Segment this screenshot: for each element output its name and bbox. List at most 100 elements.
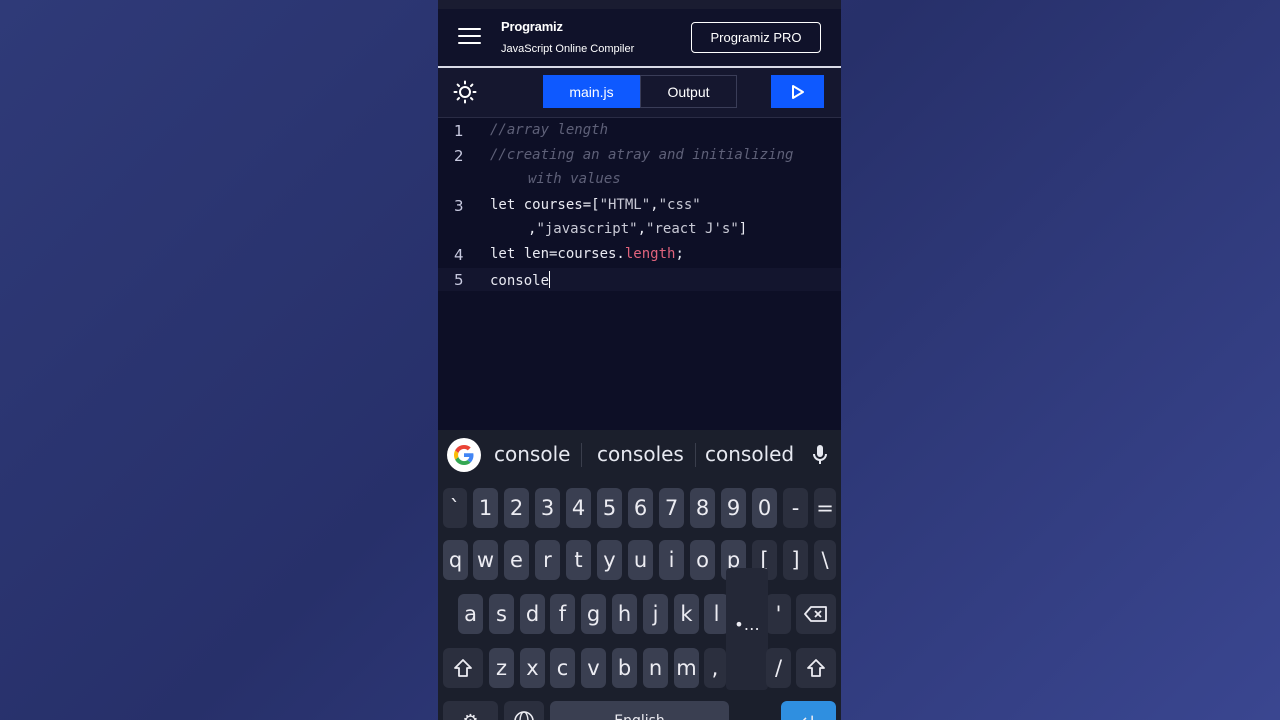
enter-key[interactable]: ↵ [781, 701, 836, 720]
enter-icon: ↵ [801, 711, 816, 720]
code-token: ] [738, 221, 748, 237]
play-icon [791, 84, 804, 99]
google-icon[interactable] [447, 438, 481, 472]
code-line-3: let courses=["HTML","css" [490, 197, 701, 213]
backspace-key[interactable] [796, 594, 836, 634]
key[interactable]: j [643, 594, 668, 634]
suggestion-3[interactable]: consoled [705, 442, 794, 466]
phone-screen: Programiz JavaScript Online Compiler Pro… [438, 0, 841, 720]
key[interactable]: k [674, 594, 699, 634]
code-token: console [490, 273, 550, 289]
key[interactable]: n [643, 648, 668, 688]
line-number: 4 [454, 246, 464, 264]
key[interactable]: 3 [535, 488, 560, 528]
key[interactable]: - [783, 488, 808, 528]
logo[interactable]: Programiz [501, 19, 563, 34]
code-line-2: //creating an atray and initializing [490, 147, 794, 163]
key[interactable]: r [535, 540, 560, 580]
code-line-1: //array length [490, 122, 609, 138]
line-number: 1 [454, 122, 464, 140]
editor-toolbar: main.js Output [438, 68, 841, 118]
key[interactable]: q [443, 540, 468, 580]
key[interactable]: h [612, 594, 637, 634]
space-key[interactable]: English [550, 701, 729, 720]
suggestion-2[interactable]: consoles [597, 442, 684, 466]
key[interactable]: 8 [690, 488, 715, 528]
key[interactable]: v [581, 648, 606, 688]
key[interactable]: ' [766, 594, 791, 634]
key[interactable]: m [674, 648, 699, 688]
settings-icon: ⚙ [462, 711, 478, 720]
key[interactable]: o [690, 540, 715, 580]
mic-icon[interactable] [811, 444, 829, 466]
shift-icon [807, 659, 825, 677]
key[interactable]: ` [443, 488, 467, 528]
shift-key[interactable] [443, 648, 483, 688]
suggestion-1[interactable]: console [494, 442, 570, 466]
key[interactable]: = [814, 488, 836, 528]
suggestion-bar: console consoles consoled [438, 430, 841, 480]
line-number: 5 [454, 271, 464, 289]
key[interactable]: e [504, 540, 529, 580]
line-number: 2 [454, 147, 464, 165]
key[interactable]: u [628, 540, 653, 580]
code-line-3-wrap: ,"javascript","react J's"] [528, 221, 747, 237]
code-string: "react J's" [646, 221, 739, 237]
code-token: let len=courses. [490, 246, 625, 262]
key[interactable]: 0 [752, 488, 777, 528]
run-button[interactable] [771, 75, 824, 108]
key[interactable]: 9 [721, 488, 746, 528]
key[interactable]: ] [783, 540, 808, 580]
key[interactable]: g [581, 594, 606, 634]
key[interactable]: c [550, 648, 575, 688]
key[interactable]: x [520, 648, 545, 688]
status-strip [438, 0, 841, 9]
key[interactable]: 1 [473, 488, 498, 528]
code-editor[interactable]: 1 2 3 4 5 //array length //creating an a… [438, 118, 841, 430]
code-line-4: let len=courses.length; [490, 246, 684, 262]
sun-icon[interactable] [453, 80, 477, 104]
key[interactable]: z [489, 648, 514, 688]
key[interactable]: w [473, 540, 498, 580]
code-token: , [650, 197, 659, 213]
suggestion-divider [581, 443, 582, 467]
key[interactable]: d [520, 594, 545, 634]
code-property: length [624, 246, 676, 262]
code-string: "HTML" [599, 197, 651, 213]
globe-key[interactable] [504, 701, 544, 720]
key[interactable]: , [704, 648, 726, 688]
key[interactable]: i [659, 540, 684, 580]
key[interactable]: y [597, 540, 622, 580]
key[interactable]: \ [814, 540, 836, 580]
tab-main-js[interactable]: main.js [543, 75, 640, 108]
globe-icon [514, 711, 534, 720]
key[interactable]: 5 [597, 488, 622, 528]
key[interactable]: / [766, 648, 791, 688]
shift-icon [454, 659, 472, 677]
code-string: "javascript" [536, 221, 638, 237]
programiz-pro-button[interactable]: Programiz PRO [691, 22, 821, 53]
settings-key[interactable]: ⚙ [443, 701, 498, 720]
text-cursor [549, 271, 551, 288]
key[interactable]: 6 [628, 488, 653, 528]
key[interactable]: f [550, 594, 575, 634]
on-screen-keyboard: console consoles consoled ` 1 2 3 4 5 6 … [438, 430, 841, 720]
code-token: let courses=[ [490, 197, 600, 213]
key[interactable]: 2 [504, 488, 529, 528]
code-line-2-wrap: with values [528, 171, 621, 187]
key[interactable]: a [458, 594, 483, 634]
key[interactable]: t [566, 540, 591, 580]
key[interactable]: s [489, 594, 514, 634]
key[interactable]: b [612, 648, 637, 688]
code-line-5: console [490, 271, 551, 289]
page-subtitle: JavaScript Online Compiler [501, 43, 635, 55]
key[interactable]: 4 [566, 488, 591, 528]
line-number: 3 [454, 197, 464, 215]
tab-output[interactable]: Output [640, 75, 737, 108]
shift-key-right[interactable] [796, 648, 836, 688]
popup-key[interactable]: •… [728, 604, 766, 644]
menu-icon[interactable] [458, 27, 481, 45]
key-popup: •… [726, 568, 768, 690]
key[interactable]: 7 [659, 488, 684, 528]
code-token: , [637, 221, 647, 237]
